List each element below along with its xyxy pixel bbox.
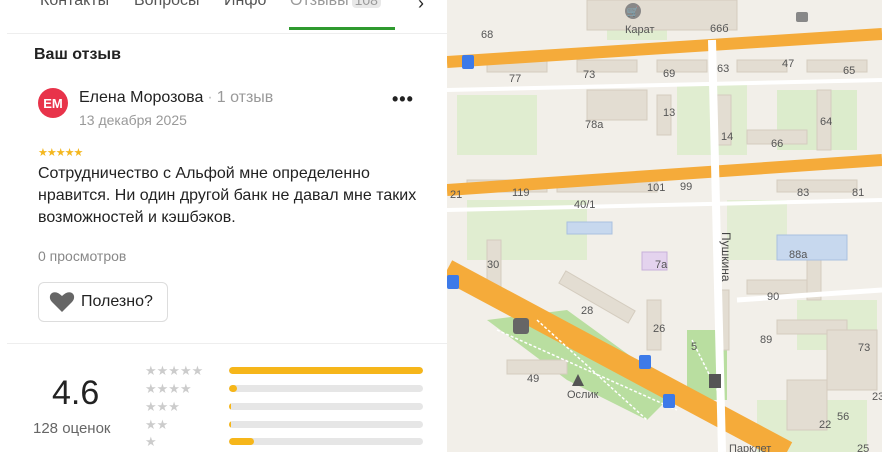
house-number: 64 <box>820 116 832 128</box>
rating-bar-5 <box>229 367 423 374</box>
bus-stop-icon <box>639 355 651 369</box>
house-number: 77 <box>509 73 521 85</box>
review-text: Сотрудничество с Альфой мне определенно … <box>38 165 417 226</box>
house-number: 90 <box>767 291 779 303</box>
house-number: 68 <box>481 29 493 41</box>
tab-reviews-label: Отзывы <box>290 0 349 9</box>
rating-value: 4.6 <box>52 374 100 412</box>
avatar[interactable]: ЕМ <box>38 88 68 118</box>
street-label: Пушкина <box>719 232 733 282</box>
house-number: 66б <box>710 23 729 35</box>
house-number: 25 <box>857 443 869 452</box>
house-number: 26 <box>653 323 665 335</box>
house-number: 47 <box>782 58 794 70</box>
house-number: 13 <box>663 107 675 119</box>
house-number: 65 <box>843 65 855 77</box>
house-number: 56 <box>837 411 849 423</box>
rating-row-3-stars: ★★★ <box>145 399 180 414</box>
house-number: 21 <box>450 189 462 201</box>
review-stars: ★★★★★ <box>38 147 83 159</box>
house-number: 28 <box>581 305 593 317</box>
house-number: 23 <box>872 391 882 403</box>
place-label-parklet: Парклет <box>729 443 771 452</box>
author-line: Елена Морозова · 1 отзыв <box>79 89 273 107</box>
rating-bar-4 <box>229 385 423 392</box>
tab-contacts[interactable]: Контакты <box>40 0 109 10</box>
useful-label: Полезно? <box>81 293 153 310</box>
house-number: 14 <box>721 131 733 143</box>
view-count: 0 просмотров <box>38 248 127 264</box>
reviews-count-badge: 108 <box>351 0 381 8</box>
rating-bar-2 <box>229 421 423 428</box>
house-number: 81 <box>852 187 864 199</box>
book-icon <box>709 374 721 388</box>
house-number: 101 <box>647 182 665 194</box>
separator-dot: · <box>207 89 213 106</box>
active-tab-indicator <box>289 27 395 30</box>
house-number: 69 <box>663 68 675 80</box>
rating-bar-3 <box>229 403 423 410</box>
heart-icon <box>49 292 75 312</box>
house-number: 89 <box>760 334 772 346</box>
house-number: 5 <box>691 341 697 353</box>
rating-bar-fill <box>229 421 231 428</box>
bus-stop-icon <box>462 55 474 69</box>
review-panel: Контакты Вопросы Инфо Отзывы 108 › Ваш от… <box>0 0 448 452</box>
place-label-karat: Карат <box>625 24 655 36</box>
house-number: 30 <box>487 259 499 271</box>
dog-park-icon <box>513 318 529 334</box>
tab-info[interactable]: Инфо <box>224 0 266 10</box>
house-number: 40/1 <box>574 199 595 211</box>
house-number: 22 <box>819 419 831 431</box>
author-review-count: 1 отзыв <box>216 89 274 106</box>
rating-bar-fill <box>229 438 255 445</box>
place-label-oslik: Ослик <box>567 389 599 401</box>
house-number: 73 <box>583 69 595 81</box>
rating-bar-fill <box>229 385 237 392</box>
section-title: Ваш отзыв <box>34 46 121 63</box>
house-number: 7а <box>655 259 668 271</box>
house-number: 99 <box>680 181 692 193</box>
rating-row-2-stars: ★★ <box>145 417 169 432</box>
house-number: 119 <box>512 187 530 199</box>
useful-button[interactable]: Полезно? <box>38 282 168 322</box>
bus-stop-icon <box>663 394 675 408</box>
house-number: 73 <box>858 342 870 354</box>
divider <box>7 33 447 34</box>
rating-row-4-stars: ★★★★ <box>145 381 192 396</box>
rating-total: 128 оценок <box>33 420 111 437</box>
shop-icon: 🛒 <box>627 5 639 18</box>
more-options-button[interactable]: ••• <box>392 90 416 114</box>
shop-icon <box>796 12 808 22</box>
rating-row-5-stars: ★★★★★ <box>145 363 204 378</box>
house-number: 63 <box>717 63 729 75</box>
tab-bar: Контакты Вопросы Инфо Отзывы 108 › <box>0 0 447 32</box>
chevron-right-icon[interactable]: › <box>418 0 424 14</box>
rating-bar-1 <box>229 438 423 445</box>
house-number: 49 <box>527 373 539 385</box>
house-number: 78а <box>585 119 604 131</box>
tab-reviews[interactable]: Отзывы 108 <box>290 0 381 10</box>
rating-bar-fill <box>229 403 231 410</box>
map-view[interactable]: 🛒 Карат Ослик Парклет Пушкина 68 66б 77 … <box>447 0 882 452</box>
house-number: 83 <box>797 187 809 199</box>
divider <box>7 343 447 344</box>
house-number: 88а <box>789 249 808 261</box>
rating-row-1-stars: ★ <box>145 434 157 449</box>
house-number: 66 <box>771 138 783 150</box>
rating-bar-fill <box>229 367 423 374</box>
review-date: 13 декабря 2025 <box>79 112 187 128</box>
bus-stop-icon <box>447 275 459 289</box>
author-name[interactable]: Елена Морозова <box>79 89 203 106</box>
tab-questions[interactable]: Вопросы <box>134 0 200 10</box>
